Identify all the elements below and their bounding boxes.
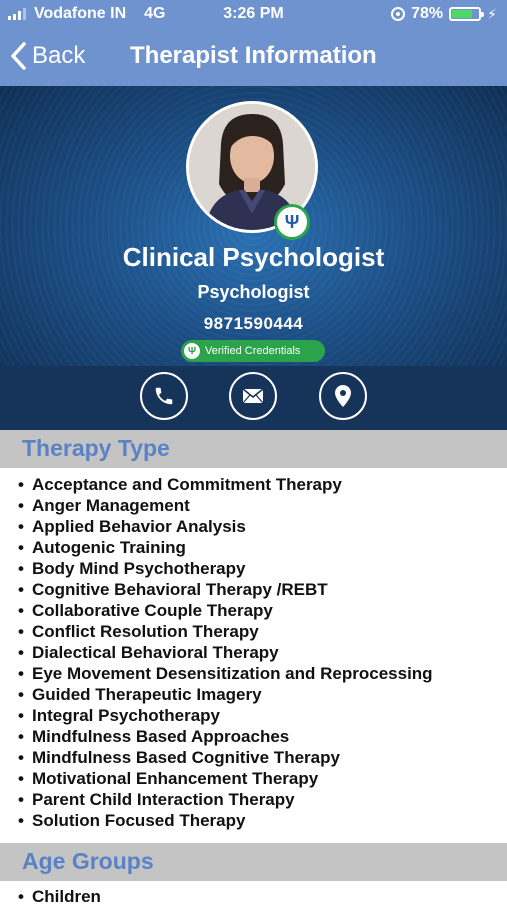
age-groups-heading: Age Groups [22, 848, 154, 874]
top-bar: Vodafone IN 4G 3:26 PM 78% ⚡ Back Therap… [0, 0, 507, 86]
contact-actions [0, 366, 507, 430]
profile-subtitle: Psychologist [197, 282, 310, 302]
psi-icon: Ψ [184, 343, 200, 359]
verified-credentials-badge: Ψ Verified Credentials [181, 340, 325, 362]
list-item: Mindfulness Based Cognitive Therapy [18, 747, 433, 768]
list-item: Acceptance and Commitment Therapy [18, 474, 433, 495]
list-item: Collaborative Couple Therapy [18, 600, 433, 621]
back-label: Back [32, 42, 86, 69]
therapy-type-list: Acceptance and Commitment TherapyAnger M… [18, 474, 433, 831]
list-item: Motivational Enhancement Therapy [18, 768, 433, 789]
profile-title: Clinical Psychologist [122, 242, 385, 272]
back-button[interactable]: Back [10, 36, 85, 76]
therapy-type-heading: Therapy Type [22, 435, 170, 461]
list-item: Children [18, 886, 101, 907]
battery-percent: 78% [411, 5, 444, 22]
list-item: Body Mind Psychotherapy [18, 558, 433, 579]
battery-icon [449, 7, 485, 21]
orientation-lock-icon [391, 7, 406, 21]
list-item: Autogenic Training [18, 537, 433, 558]
list-item: Parent Child Interaction Therapy [18, 789, 433, 810]
credential-badge-icon: Ψ [274, 204, 310, 240]
list-item: Eye Movement Desensitization and Reproce… [18, 663, 433, 684]
navigation-bar: Back Therapist Information [0, 28, 507, 86]
page-title: Therapist Information [130, 42, 377, 69]
list-item: Applied Behavior Analysis [18, 516, 433, 537]
phone-icon [155, 387, 173, 405]
email-button[interactable] [229, 372, 277, 420]
age-groups-header: Age Groups [0, 843, 507, 881]
location-pin-icon [335, 385, 351, 407]
chevron-left-icon [11, 42, 26, 70]
call-button[interactable] [140, 372, 188, 420]
location-button[interactable] [319, 372, 367, 420]
mail-icon [242, 388, 264, 404]
profile-phone: 9871590444 [203, 314, 304, 333]
charging-icon: ⚡ [487, 5, 497, 22]
profile-header: Ψ Clinical Psychologist Psychologist 987… [0, 86, 507, 366]
list-item: Integral Psychotherapy [18, 705, 433, 726]
list-item: Mindfulness Based Approaches [18, 726, 433, 747]
list-item: Conflict Resolution Therapy [18, 621, 433, 642]
therapy-type-header: Therapy Type [0, 430, 507, 468]
list-item: Solution Focused Therapy [18, 810, 433, 831]
list-item: Dialectical Behavioral Therapy [18, 642, 433, 663]
list-item: Cognitive Behavioral Therapy /REBT [18, 579, 433, 600]
list-item: Guided Therapeutic Imagery [18, 684, 433, 705]
list-item: Anger Management [18, 495, 433, 516]
status-bar: Vodafone IN 4G 3:26 PM 78% ⚡ [0, 0, 507, 28]
age-groups-list: Children [18, 886, 101, 907]
verified-label: Verified Credentials [205, 345, 301, 357]
